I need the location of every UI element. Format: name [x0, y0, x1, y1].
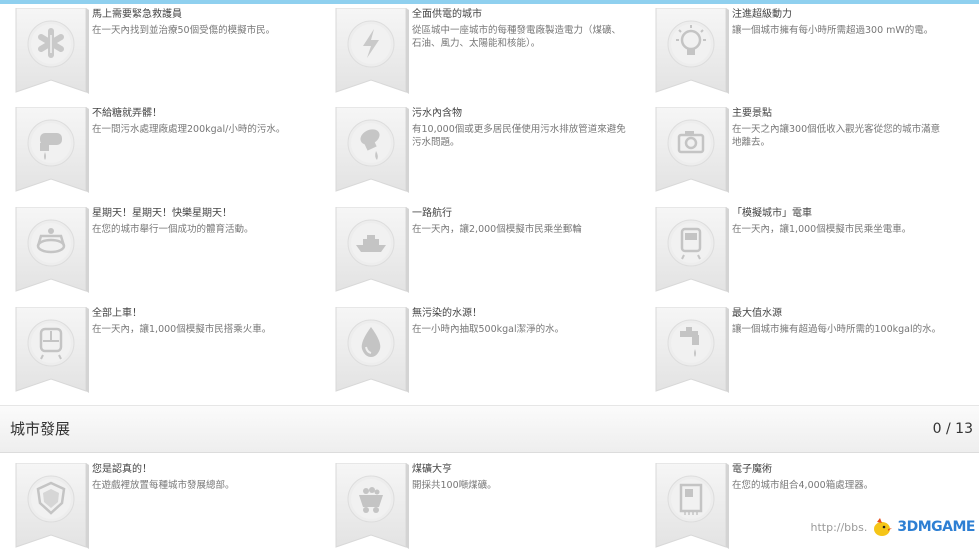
achievement-title: 不給糖就弄髒！: [92, 108, 162, 119]
achievement-description: 有10,000個或更多居民僅使用污水排放管道來避免污水問題。: [412, 124, 626, 148]
train-icon: [15, 307, 89, 393]
achievement-card[interactable]: 全面供電的城市從區城中一座城市的每種發電廠製造電力（煤礦、石油、風力、太陽能和核…: [320, 8, 630, 94]
achievement-description: 在一天內找到並治療50個受傷的模擬市民。: [92, 25, 276, 36]
achievement-title: 無污染的水源！: [412, 308, 482, 319]
achievement-badge: [332, 107, 410, 193]
achievement-card[interactable]: 注進超級動力讓一個城市擁有每小時所需超過300 mW的電。: [640, 8, 950, 94]
cruise-ship-icon: [335, 207, 409, 293]
achievement-description: 在一天內，讓2,000個模擬市民乘坐郵輪: [412, 224, 582, 235]
achievement-card[interactable]: 不給糖就弄髒！ 在一間污水處理廠處理200kgal/小時的污水。: [0, 107, 310, 193]
achievement-title: 您是認真的！: [92, 464, 152, 475]
achievement-card[interactable]: 污水內含物有10,000個或更多居民僅使用污水排放管道來避免污水問題。: [320, 107, 630, 193]
processor-icon: [655, 463, 729, 549]
achievement-badge: [12, 207, 90, 293]
achievement-badge: [652, 463, 730, 549]
achievement-description: 在一天內，讓1,000個模擬市民搭乘火車。: [92, 324, 272, 335]
achievement-badge: [652, 307, 730, 393]
lightning-icon: [335, 8, 409, 94]
achievement-badge: [12, 107, 90, 193]
achievement-title: 「模擬城市」電車: [732, 208, 812, 219]
watermark-url: http://bbs.: [810, 520, 868, 534]
section-title: 城市發展: [10, 420, 71, 438]
achievement-title: 污水內含物: [412, 108, 462, 119]
stadium-icon: [15, 207, 89, 293]
shield-icon: [15, 463, 89, 549]
sewage-pipe-icon: [15, 107, 89, 193]
watermark-logo: 3DMGAME: [897, 519, 975, 535]
achievement-card[interactable]: 您是認真的！ 在遊戲裡放置每種城市發展總部。: [0, 463, 310, 549]
achievement-badge: [12, 8, 90, 94]
achievement-text: 最大值水源讓一個城市擁有超過每小時所需的100kgal的水。: [732, 307, 947, 336]
achievement-description: 在您的城市舉行一個成功的體育活動。: [92, 224, 254, 235]
achievement-title: 星期天！星期天！快樂星期天！: [92, 208, 232, 219]
achievement-text: 馬上需要緊急救護員在一天內找到並治療50個受傷的模擬市民。: [92, 8, 307, 37]
achievement-title: 馬上需要緊急救護員: [92, 9, 182, 20]
achievement-description: 在遊戲裡放置每種城市發展總部。: [92, 480, 235, 491]
achievement-description: 讓一個城市擁有每小時所需超過300 mW的電。: [732, 25, 934, 36]
achievement-card[interactable]: 一路航行在一天內，讓2,000個模擬市民乘坐郵輪: [320, 207, 630, 293]
camera-icon: [655, 107, 729, 193]
achievement-text: 污水內含物有10,000個或更多居民僅使用污水排放管道來避免污水問題。: [412, 107, 627, 149]
achievement-description: 在您的城市組合4,000箱處理器。: [732, 480, 874, 491]
achievement-badge: [652, 107, 730, 193]
achievement-text: 一路航行在一天內，讓2,000個模擬市民乘坐郵輪: [412, 207, 627, 236]
achievement-card[interactable]: 無污染的水源！ 在一小時內抽取500kgal潔淨的水。: [320, 307, 630, 393]
water-drop-icon: [335, 307, 409, 393]
achievement-description: 在一間污水處理廠處理200kgal/小時的污水。: [92, 124, 286, 135]
watermark: http://bbs. 3DMGAME: [810, 516, 975, 538]
achievement-description: 在一小時內抽取500kgal潔淨的水。: [412, 324, 565, 335]
achievement-text: 主要景點在一天之內讓300個低收入觀光客從您的城市滿意地離去。: [732, 107, 947, 149]
achievement-title: 主要景點: [732, 108, 772, 119]
achievement-card[interactable]: 最大值水源讓一個城市擁有超過每小時所需的100kgal的水。: [640, 307, 950, 393]
waste-pipe-icon: [335, 107, 409, 193]
achievement-card[interactable]: 星期天！星期天！快樂星期天！ 在您的城市舉行一個成功的體育活動。: [0, 207, 310, 293]
achievement-card[interactable]: 主要景點在一天之內讓300個低收入觀光客從您的城市滿意地離去。: [640, 107, 950, 193]
achievement-text: 不給糖就弄髒！ 在一間污水處理廠處理200kgal/小時的污水。: [92, 107, 307, 136]
achievement-grid: 馬上需要緊急救護員在一天內找到並治療50個受傷的模擬市民。 全面供電的城市從區城中…: [0, 0, 979, 549]
achievement-badge: [652, 207, 730, 293]
achievement-description: 讓一個城市擁有超過每小時所需的100kgal的水。: [732, 324, 942, 335]
achievement-title: 注進超級動力: [732, 9, 792, 20]
achievement-description: 在一天之內讓300個低收入觀光客從您的城市滿意地離去。: [732, 124, 941, 148]
achievement-card[interactable]: 馬上需要緊急救護員在一天內找到並治療50個受傷的模擬市民。: [0, 8, 310, 94]
faucet-icon: [655, 307, 729, 393]
tram-icon: [655, 207, 729, 293]
achievement-text: 注進超級動力讓一個城市擁有每小時所需超過300 mW的電。: [732, 8, 947, 37]
achievement-badge: [332, 207, 410, 293]
chick-mascot-icon: [874, 518, 893, 536]
achievement-text: 無污染的水源！ 在一小時內抽取500kgal潔淨的水。: [412, 307, 627, 336]
achievement-card[interactable]: 全部上車！ 在一天內，讓1,000個模擬市民搭乘火車。: [0, 307, 310, 393]
achievement-badge: [332, 463, 410, 549]
achievement-title: 最大值水源: [732, 308, 782, 319]
achievement-title: 全面供電的城市: [412, 9, 482, 20]
achievement-badge: [12, 307, 90, 393]
achievement-description: 在一天內，讓1,000個模擬市民乘坐電車。: [732, 224, 912, 235]
achievement-title: 一路航行: [412, 208, 452, 219]
achievement-text: 您是認真的！ 在遊戲裡放置每種城市發展總部。: [92, 463, 307, 492]
medical-star-icon: [15, 8, 89, 94]
achievement-text: 電子魔術在您的城市組合4,000箱處理器。: [732, 463, 947, 492]
achievement-description: 從區城中一座城市的每種發電廠製造電力（煤礦、石油、風力、太陽能和核能）。: [412, 25, 622, 49]
achievement-title: 電子魔術: [732, 464, 772, 475]
achievement-title: 煤礦大亨: [412, 464, 452, 475]
achievement-badge: [332, 307, 410, 393]
section-progress-count: 0 / 13: [932, 421, 973, 437]
achievement-text: 「模擬城市」電車在一天內，讓1,000個模擬市民乘坐電車。: [732, 207, 947, 236]
mine-cart-icon: [335, 463, 409, 549]
achievement-card[interactable]: 「模擬城市」電車在一天內，讓1,000個模擬市民乘坐電車。: [640, 207, 950, 293]
lightbulb-icon: [655, 8, 729, 94]
achievement-text: 全部上車！ 在一天內，讓1,000個模擬市民搭乘火車。: [92, 307, 307, 336]
achievement-title: 全部上車！: [92, 308, 142, 319]
achievement-card[interactable]: 煤礦大亨開採共100噸煤礦。: [320, 463, 630, 549]
achievement-badge: [332, 8, 410, 94]
achievement-description: 開採共100噸煤礦。: [412, 480, 497, 491]
achievement-text: 星期天！星期天！快樂星期天！ 在您的城市舉行一個成功的體育活動。: [92, 207, 307, 236]
achievement-text: 全面供電的城市從區城中一座城市的每種發電廠製造電力（煤礦、石油、風力、太陽能和核…: [412, 8, 627, 50]
section-header-bar: [0, 405, 979, 453]
achievement-text: 煤礦大亨開採共100噸煤礦。: [412, 463, 627, 492]
achievement-badge: [652, 8, 730, 94]
achievement-badge: [12, 463, 90, 549]
